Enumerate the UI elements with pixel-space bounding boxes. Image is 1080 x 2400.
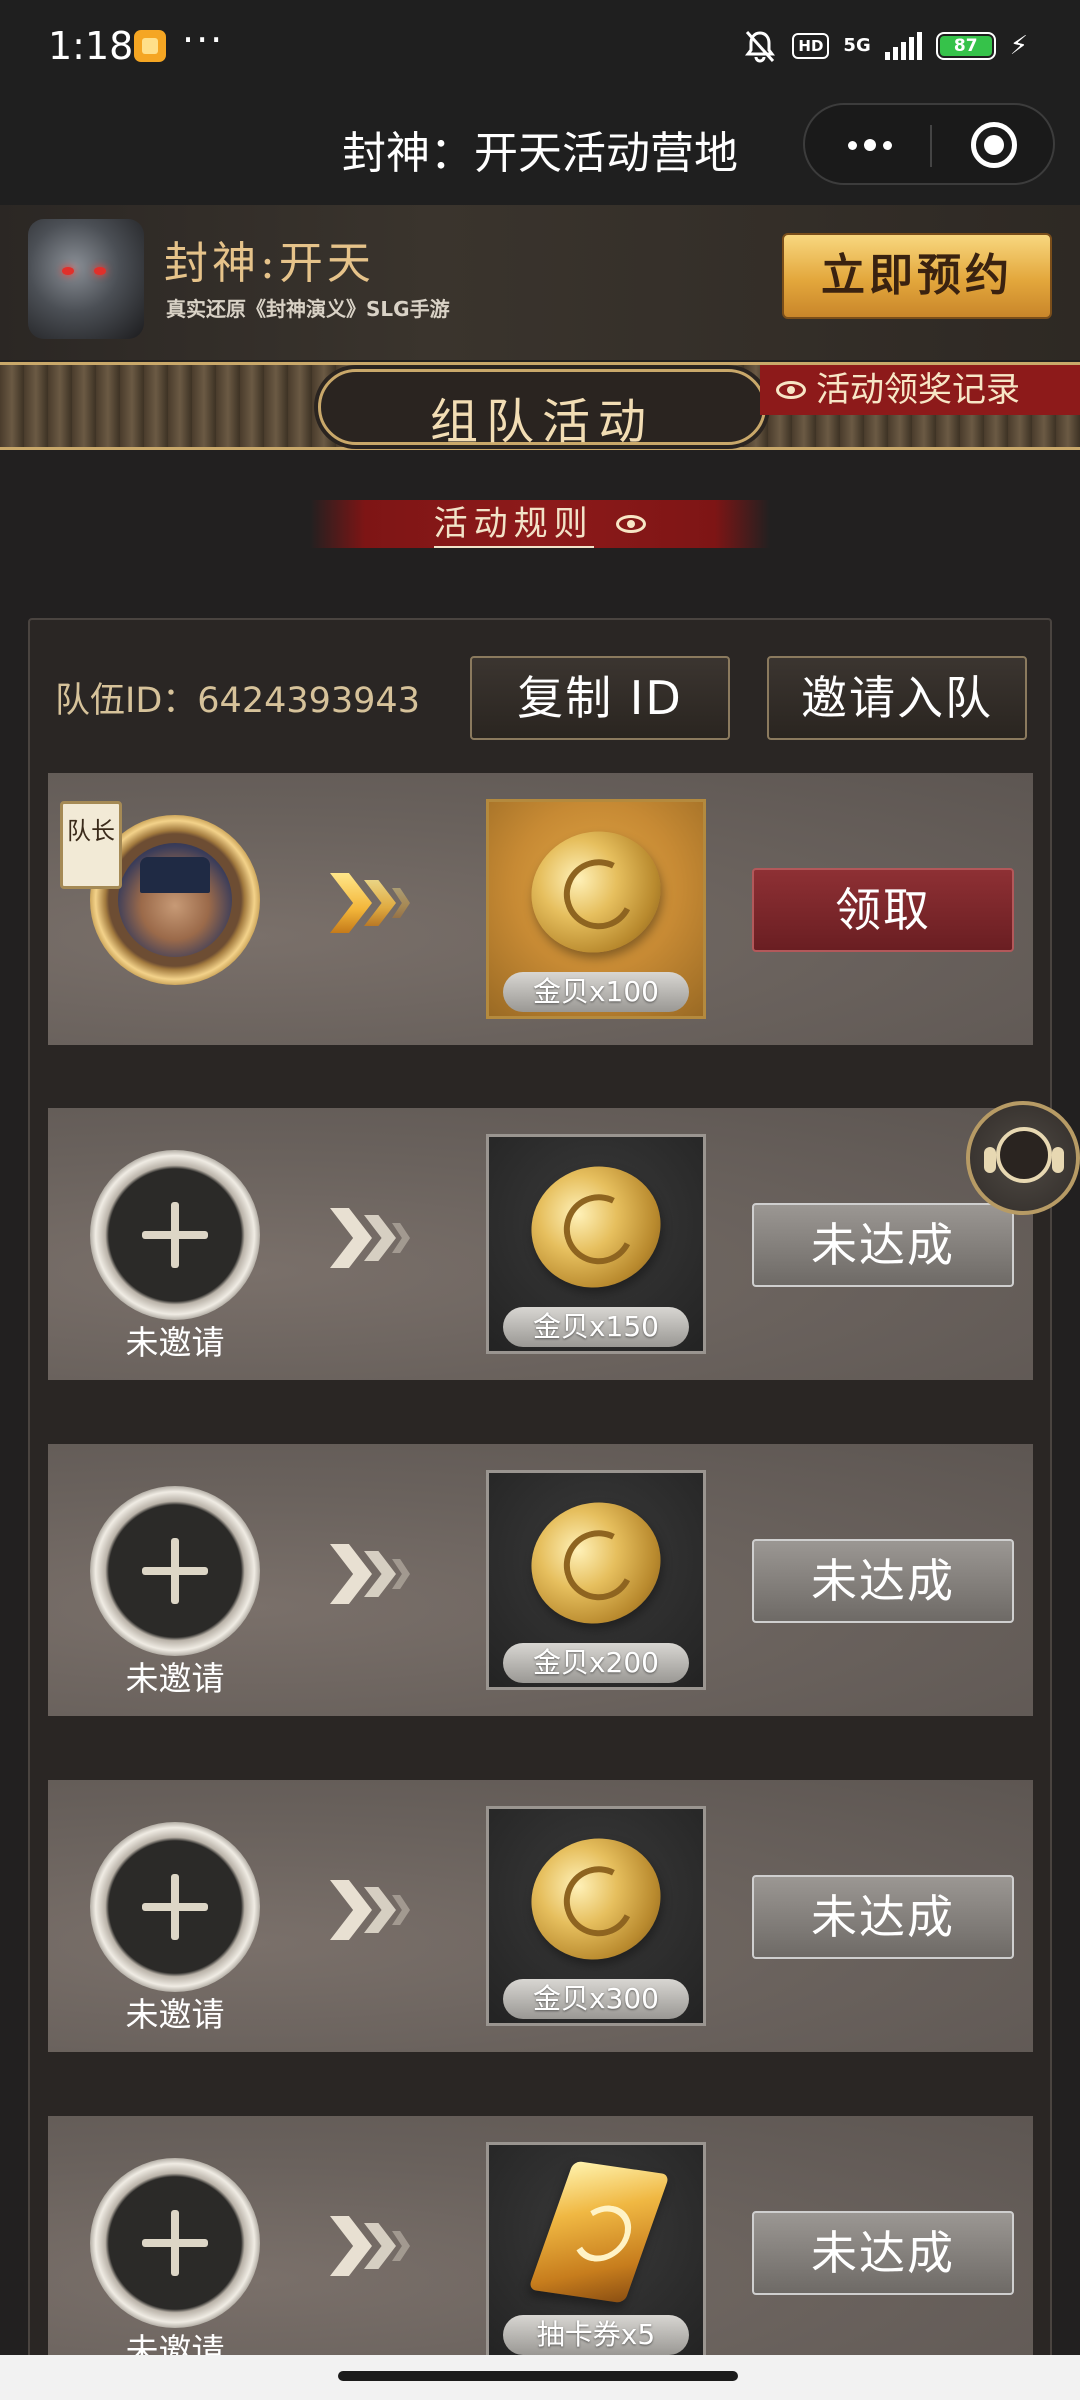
invite-member-slot[interactable] <box>90 2158 260 2328</box>
gold-shell-coin-icon <box>515 1485 677 1641</box>
copy-id-button[interactable]: 复制 ID <box>470 656 730 740</box>
not-achieved-button[interactable]: 未达成 <box>752 1539 1014 1623</box>
battery-icon: 87 <box>935 32 996 60</box>
notification-app-icon <box>134 30 166 62</box>
banner-game-name: 封神:开天 <box>164 238 375 289</box>
plus-icon <box>142 1202 208 1268</box>
gesture-bar <box>0 2355 1080 2400</box>
not-achieved-button[interactable]: 未达成 <box>752 1203 1014 1287</box>
mini-program-capsule <box>803 103 1055 185</box>
battery-level: 87 <box>939 36 992 56</box>
team-row: 未邀请 金贝x150 未达成 <box>48 1108 1033 1380</box>
progress-arrows-icon <box>330 1880 440 1950</box>
home-indicator-bar[interactable] <box>338 2371 738 2381</box>
section-title-plate: 组队活动 <box>318 369 766 450</box>
activity-rules-label: 活动规则 <box>433 504 594 548</box>
progress-arrows-icon <box>330 873 440 943</box>
gold-shell-coin-icon <box>515 1149 677 1305</box>
mini-program-title-bar: 封神：开天活动营地 <box>0 95 1080 205</box>
not-achieved-button[interactable]: 未达成 <box>752 2211 1014 2295</box>
team-id: 队伍ID：6424393943 <box>55 672 420 723</box>
customer-service-button[interactable] <box>966 1101 1080 1215</box>
leader-hat <box>140 857 210 893</box>
plus-icon <box>142 1538 208 1604</box>
game-logo-dragon-icon <box>28 219 144 339</box>
reward-box: 金贝x200 <box>486 1470 706 1690</box>
invite-to-team-button[interactable]: 邀请入队 <box>767 656 1027 740</box>
not-achieved-button[interactable]: 未达成 <box>752 1875 1014 1959</box>
reward-label: 抽卡券x5 <box>503 2315 689 2355</box>
member-status-label: 未邀请 <box>125 1995 225 2034</box>
member-status-label: 未邀请 <box>125 1659 225 1698</box>
leader-portrait <box>118 843 232 957</box>
invite-member-slot[interactable] <box>90 1822 260 1992</box>
reward-box: 金贝x150 <box>486 1134 706 1354</box>
reward-label: 金贝x100 <box>503 972 689 1012</box>
gold-shell-coin-icon <box>515 814 677 970</box>
plus-icon <box>142 2210 208 2276</box>
gold-shell-coin-icon <box>515 1821 677 1977</box>
progress-arrows-icon <box>330 2216 440 2286</box>
invite-member-slot[interactable] <box>90 1150 260 1320</box>
headset-earpiece <box>984 1147 996 1173</box>
reserve-now-button[interactable]: 立即预约 <box>782 233 1052 319</box>
status-time: 1:18 <box>48 24 134 68</box>
leader-badge: 队长 <box>60 801 122 889</box>
progress-arrows-icon <box>330 1544 440 1614</box>
section-header: 组队活动 活动领奖记录 <box>0 362 1080 450</box>
signal-strength-icon <box>884 32 922 60</box>
network-type-label: 5G <box>843 35 871 56</box>
hd-voice-icon: HD <box>792 33 830 59</box>
status-bar: 1:18 ··· HD 5G 87 ⚡ <box>0 0 1080 95</box>
charging-icon: ⚡ <box>1009 31 1028 61</box>
headset-earpiece <box>1052 1147 1064 1173</box>
award-record-link[interactable]: 活动领奖记录 <box>760 365 1080 415</box>
more-options-button[interactable] <box>835 121 905 169</box>
reward-label: 金贝x150 <box>503 1307 689 1347</box>
section-title: 组队活动 <box>429 394 654 450</box>
reward-label: 金贝x300 <box>503 1979 689 2019</box>
team-row: 未邀请 金贝x200 未达成 <box>48 1444 1033 1716</box>
member-status-label: 未邀请 <box>125 1323 225 1362</box>
close-mini-program-button[interactable] <box>971 122 1017 168</box>
claim-reward-button[interactable]: 领取 <box>752 868 1014 952</box>
draw-card-ticket-icon <box>528 2160 670 2304</box>
status-more-notifications: ··· <box>182 18 225 62</box>
reward-box: 金贝x100 <box>486 799 706 1019</box>
plus-icon <box>142 1874 208 1940</box>
invite-member-slot[interactable] <box>90 1486 260 1656</box>
reward-box: 金贝x300 <box>486 1806 706 2026</box>
banner-subtitle: 真实还原《封神演义》SLG手游 <box>166 297 450 321</box>
team-row: 未邀请 金贝x300 未达成 <box>48 1780 1033 2052</box>
team-row: 队长 金贝x100 领取 <box>48 773 1033 1045</box>
capsule-divider <box>930 125 932 167</box>
award-record-label: 活动领奖记录 <box>816 370 1020 410</box>
eye-icon <box>616 514 647 533</box>
progress-arrows-icon <box>330 1208 440 1278</box>
eye-icon <box>776 381 806 399</box>
game-ad-banner[interactable]: 封神:开天 真实还原《封神演义》SLG手游 立即预约 <box>0 205 1080 360</box>
activity-rules-link[interactable]: 活动规则 <box>310 500 770 548</box>
status-indicators: HD 5G 87 ⚡ <box>742 26 1028 66</box>
reward-label: 金贝x200 <box>503 1643 689 1683</box>
team-id-value: 6424393943 <box>197 681 420 721</box>
reward-box: 抽卡券x5 <box>486 2142 706 2362</box>
team-id-label: 队伍ID： <box>55 681 198 721</box>
team-row: 未邀请 抽卡券x5 未达成 <box>48 2116 1033 2388</box>
bell-muted-icon <box>745 30 776 63</box>
headset-avatar-icon <box>996 1127 1052 1183</box>
